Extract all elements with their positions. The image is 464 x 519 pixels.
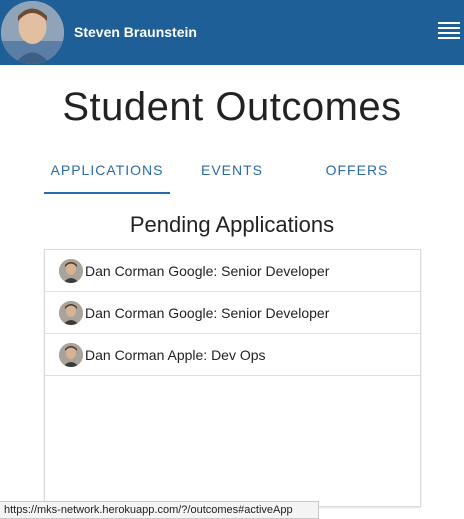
user-avatar-icon: [59, 301, 83, 325]
applications-list: Dan Corman Google: Senior Developer Dan …: [44, 249, 421, 507]
tab-offers[interactable]: OFFERS: [294, 154, 420, 194]
tab-applications[interactable]: APPLICATIONS: [44, 154, 170, 194]
tab-bar: APPLICATIONS EVENTS OFFERS: [44, 154, 420, 194]
hamburger-menu-icon[interactable]: [438, 22, 460, 42]
tab-events[interactable]: EVENTS: [169, 154, 295, 194]
user-avatar-icon: [1, 1, 64, 64]
applicant-avatar: [59, 343, 83, 367]
list-item[interactable]: Dan Corman Google: Senior Developer: [45, 250, 420, 292]
section-title: Pending Applications: [129, 212, 335, 237]
avatar[interactable]: [1, 1, 64, 64]
application-text: Dan Corman Google: Senior Developer: [85, 305, 330, 321]
application-text: Dan Corman Google: Senior Developer: [85, 263, 330, 279]
list-item[interactable]: Dan Corman Apple: Dev Ops: [45, 334, 420, 376]
status-bar-url: https://mks-network.herokuapp.com/?/outc…: [0, 501, 319, 519]
user-avatar-icon: [59, 259, 83, 283]
list-item[interactable]: Dan Corman Google: Senior Developer: [45, 292, 420, 334]
application-text: Dan Corman Apple: Dev Ops: [85, 347, 266, 363]
applicant-avatar: [59, 301, 83, 325]
applicant-avatar: [59, 259, 83, 283]
page-title: Student Outcomes: [62, 85, 402, 129]
top-bar: Steven Braunstein: [0, 0, 464, 65]
user-avatar-icon: [59, 343, 83, 367]
user-name[interactable]: Steven Braunstein: [74, 24, 197, 40]
